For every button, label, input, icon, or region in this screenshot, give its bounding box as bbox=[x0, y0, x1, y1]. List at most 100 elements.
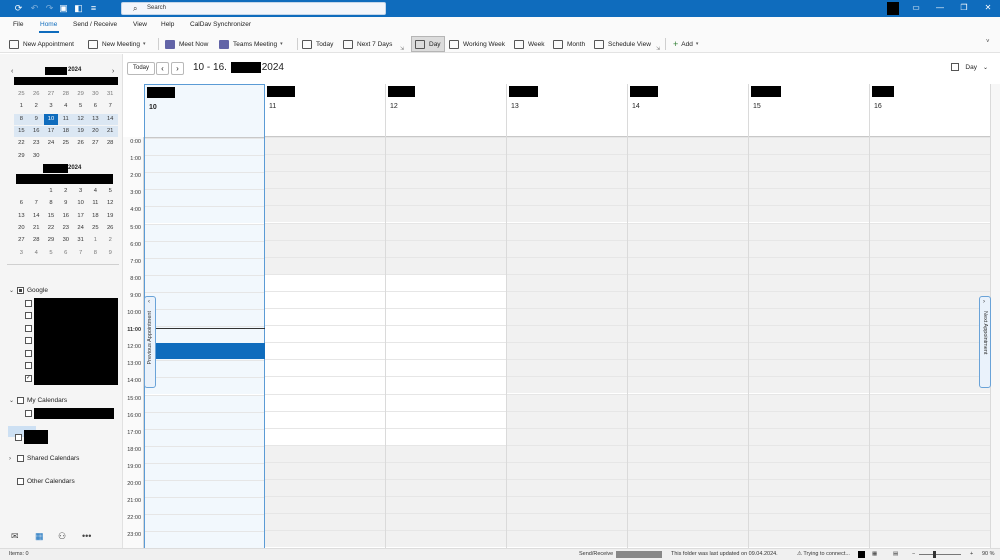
time-slot[interactable] bbox=[145, 428, 264, 446]
time-slot[interactable] bbox=[628, 359, 748, 377]
time-slot[interactable] bbox=[870, 461, 990, 479]
time-slot[interactable] bbox=[749, 239, 869, 257]
next-period-button[interactable]: › bbox=[171, 62, 184, 75]
normal-view-icon[interactable]: ▦ bbox=[872, 551, 877, 557]
time-slot[interactable] bbox=[870, 410, 990, 428]
time-slot[interactable] bbox=[507, 239, 627, 257]
time-slot[interactable] bbox=[265, 222, 385, 240]
time-slot[interactable] bbox=[386, 530, 506, 548]
time-slot[interactable] bbox=[507, 376, 627, 394]
mini-calendar-day[interactable]: 15 bbox=[44, 211, 59, 222]
mini-calendar-day[interactable]: 12 bbox=[73, 114, 88, 125]
time-slot[interactable] bbox=[265, 325, 385, 343]
time-slot[interactable] bbox=[749, 154, 869, 172]
time-slot[interactable] bbox=[386, 256, 506, 274]
time-slot[interactable] bbox=[507, 359, 627, 377]
mini-calendar-day[interactable]: 30 bbox=[29, 151, 44, 162]
time-slot[interactable] bbox=[870, 376, 990, 394]
mini-calendar-day[interactable]: 23 bbox=[58, 223, 73, 234]
mini-calendar-day[interactable]: 30 bbox=[58, 235, 73, 246]
time-slot[interactable] bbox=[870, 393, 990, 411]
group-my-calendars[interactable]: ⌄ My Calendars bbox=[9, 397, 67, 404]
time-slot[interactable] bbox=[386, 513, 506, 531]
time-slot[interactable] bbox=[145, 360, 264, 378]
time-slot[interactable] bbox=[386, 239, 506, 257]
time-slot[interactable] bbox=[265, 393, 385, 411]
account-avatar[interactable] bbox=[887, 2, 899, 15]
mini-calendar-day[interactable]: 21 bbox=[103, 126, 118, 137]
time-slot[interactable] bbox=[870, 222, 990, 240]
time-slot[interactable] bbox=[507, 479, 627, 497]
time-slot[interactable] bbox=[749, 325, 869, 343]
mini-calendar-day[interactable]: 31 bbox=[73, 235, 88, 246]
mini-calendar-day[interactable]: 27 bbox=[88, 138, 103, 149]
time-slot[interactable] bbox=[386, 479, 506, 497]
time-slot[interactable] bbox=[145, 223, 264, 241]
sync-icon[interactable]: ⟳ bbox=[13, 3, 24, 14]
day-column[interactable]: 16 bbox=[870, 84, 991, 548]
mini-calendar-day[interactable]: 29 bbox=[44, 235, 59, 246]
time-slot[interactable] bbox=[265, 513, 385, 531]
time-slot[interactable] bbox=[507, 461, 627, 479]
time-slot[interactable] bbox=[265, 290, 385, 308]
time-slot[interactable] bbox=[628, 325, 748, 343]
time-slot[interactable] bbox=[265, 359, 385, 377]
mini-calendar-day[interactable]: 1 bbox=[44, 186, 59, 197]
mini-calendar-day[interactable]: 2 bbox=[29, 101, 44, 112]
tab-home[interactable]: Home bbox=[40, 21, 57, 28]
time-slot[interactable] bbox=[749, 410, 869, 428]
time-slot[interactable] bbox=[507, 256, 627, 274]
mini-calendar-day[interactable]: 19 bbox=[103, 211, 118, 222]
time-slot[interactable] bbox=[145, 172, 264, 190]
mini-calendar-day[interactable]: 16 bbox=[29, 126, 44, 137]
time-slot[interactable] bbox=[749, 461, 869, 479]
time-slot[interactable] bbox=[628, 342, 748, 360]
reading-view-icon[interactable]: ▤ bbox=[893, 551, 898, 557]
time-slot[interactable] bbox=[749, 222, 869, 240]
time-slot[interactable] bbox=[507, 530, 627, 548]
day-header[interactable]: 10 bbox=[145, 85, 264, 138]
time-slot[interactable] bbox=[145, 445, 264, 463]
calendar-checkbox-checked[interactable] bbox=[25, 374, 32, 382]
schedule-view-button[interactable]: Schedule View bbox=[594, 36, 651, 52]
mini-calendar-day[interactable]: 20 bbox=[88, 126, 103, 137]
day-header[interactable]: 13 bbox=[507, 84, 627, 137]
time-slot[interactable] bbox=[749, 256, 869, 274]
meet-now-button[interactable]: Meet Now bbox=[165, 36, 208, 52]
dialog-launcher-icon[interactable]: ⇲ bbox=[656, 46, 660, 52]
group-checkbox[interactable] bbox=[17, 455, 24, 462]
mini-calendar-day[interactable]: 31 bbox=[103, 89, 118, 100]
mini-calendar-day[interactable]: 5 bbox=[73, 101, 88, 112]
time-slot[interactable] bbox=[386, 325, 506, 343]
print-icon[interactable]: ▣ bbox=[58, 3, 69, 14]
mini-calendar-day[interactable]: 17 bbox=[73, 211, 88, 222]
mini-calendar-day[interactable]: 13 bbox=[14, 211, 29, 222]
time-slot[interactable] bbox=[265, 342, 385, 360]
time-slot[interactable] bbox=[628, 513, 748, 531]
time-slot[interactable] bbox=[870, 325, 990, 343]
time-slot[interactable] bbox=[749, 308, 869, 326]
working-week-button[interactable]: Working Week bbox=[449, 36, 505, 52]
time-slot[interactable] bbox=[870, 273, 990, 291]
mini-calendar-day[interactable]: 24 bbox=[44, 138, 59, 149]
day-column[interactable]: 10 bbox=[144, 84, 265, 549]
time-slot[interactable] bbox=[628, 154, 748, 172]
redo-icon[interactable]: ↷ bbox=[44, 3, 55, 14]
next-month-icon[interactable]: › bbox=[112, 68, 114, 75]
collapse-ribbon-icon[interactable]: ˅ bbox=[986, 39, 990, 45]
time-slot[interactable] bbox=[145, 240, 264, 258]
time-slot[interactable] bbox=[870, 188, 990, 206]
time-slot[interactable] bbox=[870, 342, 990, 360]
time-slot[interactable] bbox=[749, 393, 869, 411]
time-slot[interactable] bbox=[870, 496, 990, 514]
view-selector[interactable]: Day ⌄ bbox=[951, 63, 988, 71]
zoom-out-icon[interactable]: − bbox=[912, 551, 915, 557]
restore-button[interactable]: ❐ bbox=[957, 2, 971, 14]
time-slot[interactable] bbox=[628, 256, 748, 274]
mini-calendar-day[interactable]: 6 bbox=[88, 101, 103, 112]
time-slot[interactable] bbox=[145, 411, 264, 429]
mini-calendar-day[interactable]: 26 bbox=[73, 138, 88, 149]
calendar-icon[interactable]: ▦ bbox=[35, 531, 44, 542]
time-slot[interactable] bbox=[628, 410, 748, 428]
day-header[interactable]: 14 bbox=[628, 84, 748, 137]
